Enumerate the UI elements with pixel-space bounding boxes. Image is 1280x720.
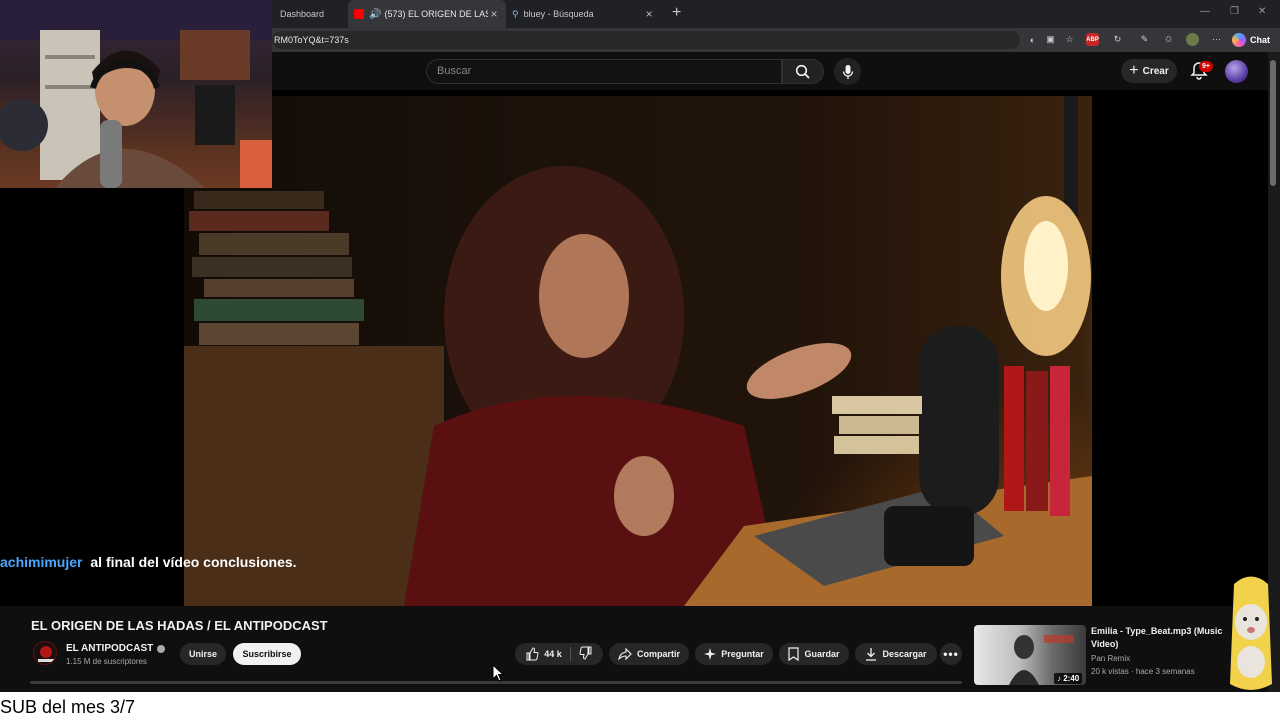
- close-tab-icon[interactable]: ×: [646, 7, 653, 21]
- search-favicon-icon: ⚲: [512, 8, 519, 19]
- chat-label: Chat: [1250, 35, 1270, 45]
- extension-puzzle-icon[interactable]: ✎: [1138, 33, 1151, 46]
- duration-text: 2:40: [1063, 674, 1080, 683]
- thumbs-down-icon: [579, 646, 592, 660]
- dislike-button[interactable]: [579, 646, 593, 662]
- mouse-cursor-icon: [492, 664, 504, 682]
- copilot-icon: [1232, 33, 1246, 47]
- more-actions-button[interactable]: •••: [940, 643, 962, 665]
- suggested-video-meta: 20 k vistas · hace 3 semanas: [1091, 667, 1195, 676]
- plus-icon: +: [1129, 62, 1139, 79]
- download-icon: [866, 648, 877, 661]
- create-button[interactable]: + Crear: [1121, 59, 1177, 83]
- reader-icon[interactable]: ▣: [1044, 33, 1057, 46]
- collections-icon[interactable]: ✩: [1162, 33, 1175, 46]
- tab-dashboard[interactable]: Dashboard ×: [274, 0, 359, 28]
- subscribe-button[interactable]: Suscribirse: [233, 643, 301, 665]
- channel-name-label: EL ANTIPODCAST: [66, 643, 154, 654]
- tab-label: bluey - Búsqueda: [523, 9, 594, 19]
- search-button[interactable]: [782, 59, 824, 84]
- bookmark-icon: [788, 647, 800, 661]
- video-scene-illustration: [184, 96, 1092, 606]
- chat-overlay-message: achimimujer al final del vídeo conclusio…: [0, 554, 297, 574]
- chat-username: achimimujer: [0, 554, 83, 570]
- tab-label: Dashboard: [280, 9, 325, 19]
- share-button[interactable]: Compartir: [609, 643, 689, 665]
- speaker-icon[interactable]: 🔊: [369, 9, 381, 20]
- share-arrow-icon: [618, 647, 632, 661]
- channel-name[interactable]: EL ANTIPODCAST: [66, 643, 166, 654]
- music-note-icon: ♪: [1057, 674, 1061, 683]
- thumbs-up-icon: [526, 647, 539, 661]
- new-tab-button[interactable]: +: [672, 4, 681, 22]
- url-field[interactable]: RM0ToYQ&t=737s: [272, 31, 1020, 49]
- search-icon: [795, 64, 810, 79]
- video-duration-badge: ♪ 2:40: [1054, 673, 1083, 684]
- notification-count-badge: 9+: [1199, 61, 1213, 72]
- video-frame[interactable]: [184, 96, 1092, 606]
- voice-search-button[interactable]: [834, 58, 861, 85]
- video-title: EL ORIGEN DE LAS HADAS / EL ANTIPODCAST: [31, 618, 328, 633]
- translate-icon[interactable]: ◐: [1026, 33, 1039, 46]
- tab-youtube-video[interactable]: 🔊 (573) EL ORIGEN DE LAS HAD ×: [348, 0, 506, 28]
- profile-extension-icon[interactable]: [1186, 33, 1199, 46]
- webcam-scene-illustration: [0, 0, 272, 188]
- youtube-favicon-icon: [354, 9, 364, 19]
- copilot-chat-button[interactable]: Chat: [1232, 32, 1270, 48]
- sparkle-icon: [704, 648, 717, 660]
- minimize-icon[interactable]: —: [1200, 6, 1210, 17]
- like-button[interactable]: 44 k: [525, 647, 562, 661]
- streamer-webcam-overlay: [0, 0, 272, 188]
- favorite-star-icon[interactable]: ☆: [1063, 33, 1076, 46]
- scrollbar-thumb[interactable]: [1270, 60, 1276, 186]
- create-label: Crear: [1142, 65, 1169, 77]
- more-options-icon[interactable]: ⋯: [1210, 33, 1223, 46]
- suggested-video-channel[interactable]: Pan Remix: [1091, 654, 1130, 663]
- user-avatar[interactable]: [1225, 60, 1248, 83]
- channel-avatar[interactable]: [33, 641, 57, 665]
- more-dots-icon: •••: [943, 647, 959, 661]
- chat-message-text: al final del vídeo conclusiones.: [90, 554, 297, 570]
- banana-cat-sticker: [1230, 576, 1272, 690]
- suggested-video-title[interactable]: Emilia - Type_Beat.mp3 (Music Video): [1091, 625, 1231, 651]
- download-label: Descargar: [882, 649, 927, 659]
- tab-bluey-search[interactable]: ⚲ bluey - Búsqueda ×: [506, 0, 666, 28]
- save-button[interactable]: Guardar: [779, 643, 849, 665]
- search-input[interactable]: Buscar: [426, 59, 782, 84]
- subscriber-count: 1.15 M de suscriptores: [66, 657, 147, 666]
- share-label: Compartir: [636, 649, 680, 659]
- verified-check-icon: [157, 644, 166, 653]
- ask-label: Preguntar: [721, 649, 764, 659]
- adblock-extension-icon[interactable]: ABP: [1086, 33, 1099, 46]
- ask-button[interactable]: Preguntar: [695, 643, 773, 665]
- divider: [569, 647, 571, 661]
- like-dislike-group: 44 k: [515, 643, 603, 665]
- restore-icon[interactable]: ❐: [1230, 6, 1239, 17]
- join-button[interactable]: Unirse: [180, 643, 226, 665]
- save-label: Guardar: [804, 649, 840, 659]
- stream-footer-bar: [0, 692, 1280, 720]
- microphone-icon: [842, 64, 853, 79]
- tab-label: (573) EL ORIGEN DE LAS HAD: [384, 9, 489, 19]
- close-tab-icon[interactable]: ×: [490, 7, 497, 21]
- like-count: 44 k: [544, 649, 562, 659]
- sub-goal-text: SUB del mes 3/7: [0, 697, 136, 717]
- download-button[interactable]: Descargar: [855, 643, 937, 665]
- close-window-icon[interactable]: ✕: [1258, 6, 1266, 17]
- refresh-extension-icon[interactable]: ↻: [1111, 33, 1124, 46]
